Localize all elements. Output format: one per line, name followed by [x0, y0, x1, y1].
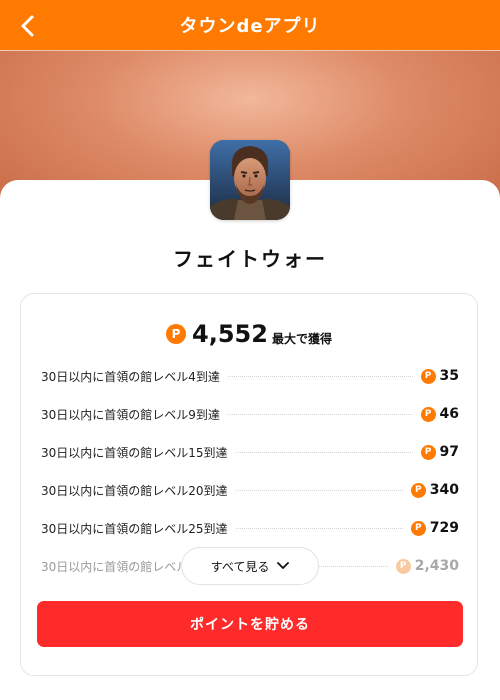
dotted-leader: [227, 375, 413, 377]
mission-row: 30日以内に首領の館レベル15到達 P 97: [41, 442, 459, 462]
mission-row: 30日以内に首領の館レベル20到達 P 340: [41, 480, 459, 500]
mission-label: 30日以内に首領の館レベル9到達: [41, 407, 220, 422]
back-button[interactable]: [14, 12, 42, 40]
points-card: P 4,552 最大で獲得 30日以内に首領の館レベル4到達 P 35 30日以…: [20, 293, 478, 676]
total-points-value: 4,552: [192, 320, 268, 348]
app-icon: [210, 140, 290, 220]
chevron-down-icon: [277, 562, 290, 570]
point-coin-icon: P: [410, 482, 426, 498]
mission-label: 30日以内に首領の館レベル25到達: [41, 521, 228, 536]
save-points-button[interactable]: ポイントを貯める: [37, 601, 463, 647]
mission-row: 30日以内に首領の館レベル4到達 P 35: [41, 366, 459, 386]
warrior-portrait-icon: [210, 140, 290, 220]
mission-row: 30日以内に首領の館レベル9到達 P 46: [41, 404, 459, 424]
point-coin-icon: P: [166, 324, 187, 344]
mission-points: 35: [439, 368, 459, 384]
chevron-left-icon: [21, 15, 34, 37]
point-coin-icon: P: [420, 444, 436, 460]
header-title: タウンdeアプリ: [179, 16, 321, 37]
mission-points: 729: [429, 520, 459, 536]
dotted-leader: [235, 489, 403, 491]
point-coin-icon: P: [395, 558, 411, 574]
mission-label: 30日以内に首領の館レベル: [41, 559, 189, 574]
see-all-label: すべて見る: [210, 559, 270, 574]
dotted-leader: [235, 527, 403, 529]
total-points-label: 最大で獲得: [271, 331, 332, 346]
see-all-button[interactable]: すべて見る: [181, 547, 319, 585]
dotted-leader: [235, 451, 413, 453]
point-coin-icon: P: [420, 368, 436, 384]
mission-points: 97: [439, 444, 459, 460]
mission-label: 30日以内に首領の館レベル20到達: [41, 483, 228, 498]
mission-label: 30日以内に首領の館レベル4到達: [41, 369, 220, 384]
mission-points: 2,430: [414, 558, 459, 574]
mission-label: 30日以内に首領の館レベル15到達: [41, 445, 228, 460]
mission-row: 30日以内に首領の館レベル25到達 P 729: [41, 518, 459, 538]
app-header: タウンdeアプリ: [0, 0, 500, 50]
points-total: P 4,552 最大で獲得: [21, 320, 477, 348]
dotted-leader: [227, 413, 413, 415]
point-coin-icon: P: [420, 406, 436, 422]
mission-points: 46: [439, 406, 459, 422]
app-name: フェイトウォー: [173, 247, 327, 271]
mission-points: 340: [429, 482, 459, 498]
point-coin-icon: P: [410, 520, 426, 536]
